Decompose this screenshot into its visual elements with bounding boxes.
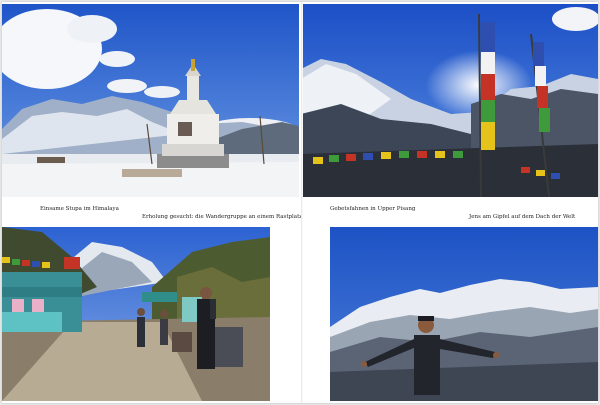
caption-prayer-flags: Gebetsfahnen in Upper Pisang <box>330 206 416 212</box>
stupa-photo <box>2 4 299 197</box>
caption-rest: Erholung gesucht: die Wandergruppe an ei… <box>142 214 303 220</box>
caption-summit: Jens am Gipfel auf dem Dach der Welt <box>469 214 576 220</box>
prayer-flags-photo <box>301 4 598 197</box>
mountain-summit-photo <box>330 227 598 401</box>
photo-book-spread: Einsame Stupa im Himalaya Erholung gesuc… <box>2 2 598 403</box>
page-fold <box>301 2 303 403</box>
village-trail-photo <box>2 227 270 401</box>
caption-stupa: Einsame Stupa im Himalaya <box>40 206 119 212</box>
